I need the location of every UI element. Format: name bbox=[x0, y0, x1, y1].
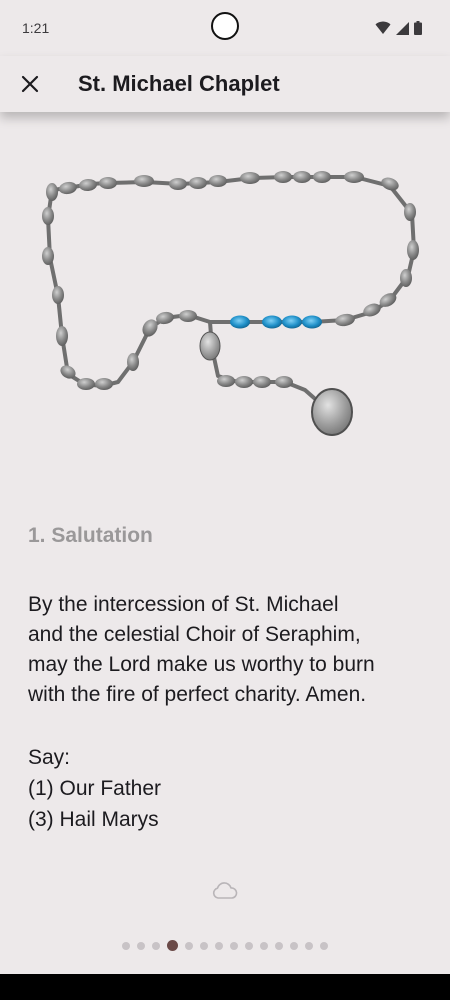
rosary-bead bbox=[127, 353, 139, 371]
page-dot[interactable] bbox=[185, 942, 193, 950]
page-indicator[interactable] bbox=[0, 940, 450, 952]
page-dot[interactable] bbox=[320, 942, 328, 950]
rosary-bead bbox=[217, 375, 235, 387]
rosary-bead-highlighted bbox=[302, 315, 322, 329]
prayer-line: may the Lord make us worthy to burn bbox=[28, 653, 375, 676]
chain-link bbox=[208, 321, 332, 414]
rosary-bead bbox=[189, 177, 207, 189]
rosary-bead bbox=[274, 171, 292, 183]
rosary-bead bbox=[95, 378, 113, 390]
rosary-bead bbox=[134, 175, 154, 187]
prayer-text: By the intercession of St. Michael and t… bbox=[28, 590, 428, 710]
page-dot[interactable] bbox=[152, 942, 160, 950]
page-dot[interactable] bbox=[245, 942, 253, 950]
chain-link bbox=[46, 175, 416, 388]
close-button[interactable] bbox=[0, 56, 60, 112]
rosary-bead bbox=[335, 313, 355, 327]
rosary-bead bbox=[42, 247, 54, 265]
rosary-bead-highlighted bbox=[230, 315, 250, 329]
rosary-bead bbox=[52, 286, 64, 304]
rosary-bead bbox=[46, 183, 58, 201]
rosary-bead bbox=[59, 181, 77, 195]
rosary-bead bbox=[344, 171, 364, 183]
say-item: (3) Hail Marys bbox=[28, 808, 159, 831]
camera-cutout bbox=[211, 12, 239, 40]
app-bar: St. Michael Chaplet bbox=[0, 56, 450, 112]
say-instructions: Say: (1) Our Father (3) Hail Marys bbox=[28, 742, 161, 835]
rosary-bead bbox=[240, 172, 260, 184]
rosary-bead bbox=[400, 269, 412, 287]
rosary-diagram bbox=[0, 150, 450, 460]
wifi-icon bbox=[375, 21, 391, 34]
rosary-bead bbox=[407, 240, 419, 260]
rosary-centerpiece bbox=[199, 331, 221, 361]
page-dot[interactable] bbox=[305, 942, 313, 950]
page-dot[interactable] bbox=[290, 942, 298, 950]
prayer-line: with the fire of perfect charity. Amen. bbox=[28, 683, 367, 706]
page-dot-active[interactable] bbox=[167, 940, 178, 951]
page-dot[interactable] bbox=[200, 942, 208, 950]
navigation-bar bbox=[0, 974, 450, 1000]
page-dot[interactable] bbox=[215, 942, 223, 950]
rosary-bead bbox=[77, 378, 95, 390]
rosary-medal bbox=[311, 388, 353, 436]
rosary-bead bbox=[253, 376, 271, 388]
status-time: 1:21 bbox=[22, 20, 50, 36]
rosary-bead bbox=[209, 175, 227, 187]
page-dot[interactable] bbox=[275, 942, 283, 950]
page-dot[interactable] bbox=[137, 942, 145, 950]
rosary-bead bbox=[169, 178, 187, 190]
rosary-bead bbox=[404, 203, 416, 221]
rosary-beads bbox=[42, 171, 419, 436]
rosary-bead bbox=[381, 177, 399, 191]
status-icons bbox=[375, 21, 422, 35]
rosary-svg bbox=[42, 171, 419, 436]
rosary-bead bbox=[56, 326, 68, 346]
say-item: (1) Our Father bbox=[28, 777, 162, 800]
signal-icon bbox=[396, 21, 409, 35]
rosary-bead bbox=[293, 171, 311, 183]
rosary-bead bbox=[313, 171, 331, 183]
battery-icon bbox=[414, 21, 422, 35]
close-icon bbox=[21, 75, 39, 93]
say-label: Say: bbox=[28, 746, 71, 769]
page-dot[interactable] bbox=[230, 942, 238, 950]
page-dot[interactable] bbox=[260, 942, 268, 950]
rosary-bead bbox=[179, 310, 197, 322]
step-heading: 1. Salutation bbox=[28, 524, 153, 547]
rosary-bead bbox=[275, 376, 293, 388]
prayer-line: By the intercession of St. Michael bbox=[28, 593, 339, 616]
page-title: St. Michael Chaplet bbox=[78, 71, 280, 96]
cloud-icon[interactable] bbox=[212, 880, 238, 902]
rosary-bead bbox=[99, 177, 117, 189]
rosary-bead-highlighted bbox=[282, 315, 302, 329]
rosary-bead bbox=[79, 178, 97, 192]
page-dot[interactable] bbox=[122, 942, 130, 950]
prayer-line: and the celestial Choir of Seraphim, bbox=[28, 623, 361, 646]
rosary-bead bbox=[235, 376, 253, 388]
rosary-bead-highlighted bbox=[262, 315, 282, 329]
rosary-bead bbox=[42, 207, 54, 225]
